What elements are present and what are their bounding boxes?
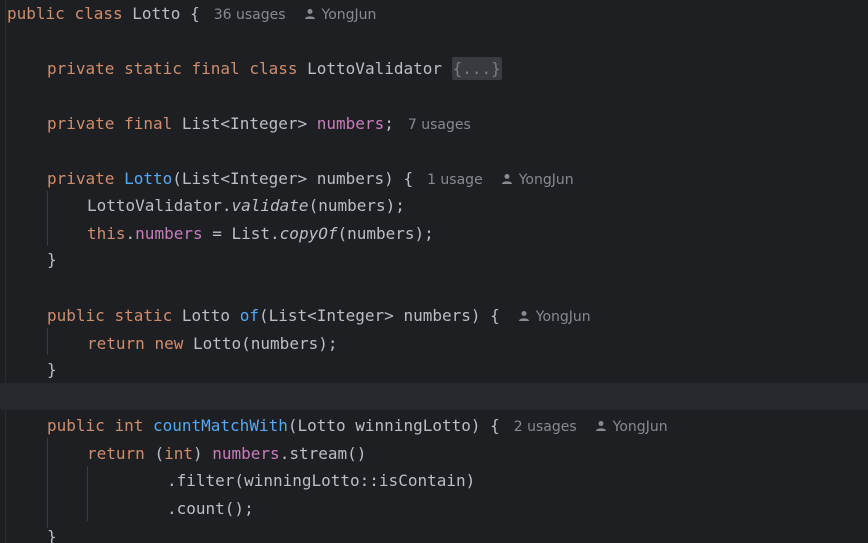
code-line-field-assignment[interactable]: this.numbers = List.copyOf(numbers); <box>87 220 434 247</box>
call-args: (numbers); <box>308 196 405 215</box>
person-icon <box>501 174 512 184</box>
semicolon: ; <box>384 114 394 133</box>
filter-call: .filter(winningLotto::isContain) <box>167 471 476 490</box>
code-line-return-stream[interactable]: return (int) numbers.stream() <box>87 440 366 467</box>
field-type: List<Integer> <box>181 114 308 133</box>
method-name: of <box>239 306 259 325</box>
call-args: (numbers); <box>337 224 434 243</box>
current-line-highlight <box>0 383 868 410</box>
code-line-validator-class[interactable]: private static final class LottoValidato… <box>47 55 502 82</box>
close-brace: } <box>47 360 57 379</box>
indent-guide <box>47 438 48 528</box>
author-name: YongJun <box>612 419 668 435</box>
usages-hint[interactable]: 1 usage <box>427 172 483 188</box>
code-line-close-brace[interactable]: } <box>47 523 57 543</box>
code-line-count[interactable]: .count(); <box>167 495 254 522</box>
author-hint[interactable]: YongJun <box>595 419 668 435</box>
code-line-filter[interactable]: .filter(winningLotto::isContain) <box>167 467 475 494</box>
usages-hint[interactable]: 7 usages <box>408 117 471 133</box>
class-name: LottoValidator <box>307 59 442 78</box>
field-name: numbers <box>316 114 385 133</box>
keyword-return: return <box>87 444 145 463</box>
person-icon <box>518 311 529 321</box>
stream-call: .stream() <box>279 444 367 463</box>
code-line-count-declaration[interactable]: public int countMatchWith(Lotto winningL… <box>47 412 668 439</box>
code-line-of-declaration[interactable]: public static Lotto of(List<Integer> num… <box>47 302 591 329</box>
static-method-name: copyOf <box>279 224 338 243</box>
code-line-close-brace[interactable]: } <box>47 246 57 273</box>
author-name: YongJun <box>518 172 574 188</box>
keyword-public: public <box>47 306 105 325</box>
method-params: (Lotto winningLotto) { <box>287 416 500 435</box>
open-brace: { <box>190 4 200 23</box>
call-target: LottoValidator. <box>87 196 232 215</box>
author-hint[interactable]: YongJun <box>501 172 574 188</box>
author-name: YongJun <box>321 7 377 23</box>
code-line-close-brace[interactable]: } <box>47 356 57 383</box>
folded-code-block[interactable]: {...} <box>451 57 502 80</box>
count-call: .count(); <box>167 499 254 518</box>
cast-open: ( <box>154 444 165 463</box>
keyword-static: static <box>124 59 182 78</box>
close-brace: } <box>47 527 57 543</box>
keyword-public: public <box>47 416 105 435</box>
keyword-class: class <box>249 59 298 78</box>
keyword-int: int <box>114 416 144 435</box>
usages-hint[interactable]: 36 usages <box>214 7 286 23</box>
keyword-new: new <box>154 334 184 353</box>
keyword-public: public <box>7 4 65 23</box>
code-line-class-declaration[interactable]: public class Lotto {36 usages YongJun <box>7 0 376 27</box>
method-name: countMatchWith <box>152 416 288 435</box>
author-name: YongJun <box>535 309 591 325</box>
return-type: Lotto <box>181 306 231 325</box>
indent-guide <box>87 466 88 521</box>
keyword-private: private <box>47 59 115 78</box>
keyword-static: static <box>114 306 173 325</box>
person-icon <box>595 421 606 431</box>
close-brace: } <box>47 250 57 269</box>
keyword-final: final <box>191 59 240 78</box>
code-line-return-new[interactable]: return new Lotto(numbers); <box>87 330 337 357</box>
code-editor[interactable]: public class Lotto {36 usages YongJun pri… <box>0 0 868 543</box>
author-hint[interactable]: YongJun <box>304 7 377 23</box>
keyword-this: this <box>87 224 126 243</box>
keyword-class: class <box>74 4 123 23</box>
keyword-int: int <box>164 444 193 463</box>
usages-hint[interactable]: 2 usages <box>514 419 577 435</box>
field-name: numbers <box>212 444 280 463</box>
author-hint[interactable]: YongJun <box>518 309 591 325</box>
person-icon <box>304 9 315 19</box>
keyword-private: private <box>47 114 115 133</box>
static-method-name: validate <box>231 196 309 215</box>
keyword-return: return <box>87 334 145 353</box>
constructor-params: (List<Integer> numbers) { <box>172 169 414 188</box>
expression: Lotto(numbers); <box>192 334 338 353</box>
class-name: Lotto <box>132 4 181 23</box>
gutter-divider <box>5 0 6 543</box>
method-params: (List<Integer> numbers) { <box>258 306 500 325</box>
cast-close: ) <box>192 444 213 463</box>
indent-guide <box>47 328 48 355</box>
code-line-field-declaration[interactable]: private final List<Integer> numbers; 7 us… <box>47 110 471 137</box>
dot: . <box>125 224 136 243</box>
code-line-validate-call[interactable]: LottoValidator.validate(numbers); <box>87 192 405 219</box>
indent-guide <box>47 191 48 246</box>
assignment: = List. <box>202 224 280 243</box>
keyword-final: final <box>124 114 173 133</box>
field-name: numbers <box>135 224 203 243</box>
constructor-name: Lotto <box>124 169 173 188</box>
keyword-private: private <box>47 169 115 188</box>
code-line-constructor-declaration[interactable]: private Lotto(List<Integer> numbers) { 1 … <box>47 165 574 192</box>
